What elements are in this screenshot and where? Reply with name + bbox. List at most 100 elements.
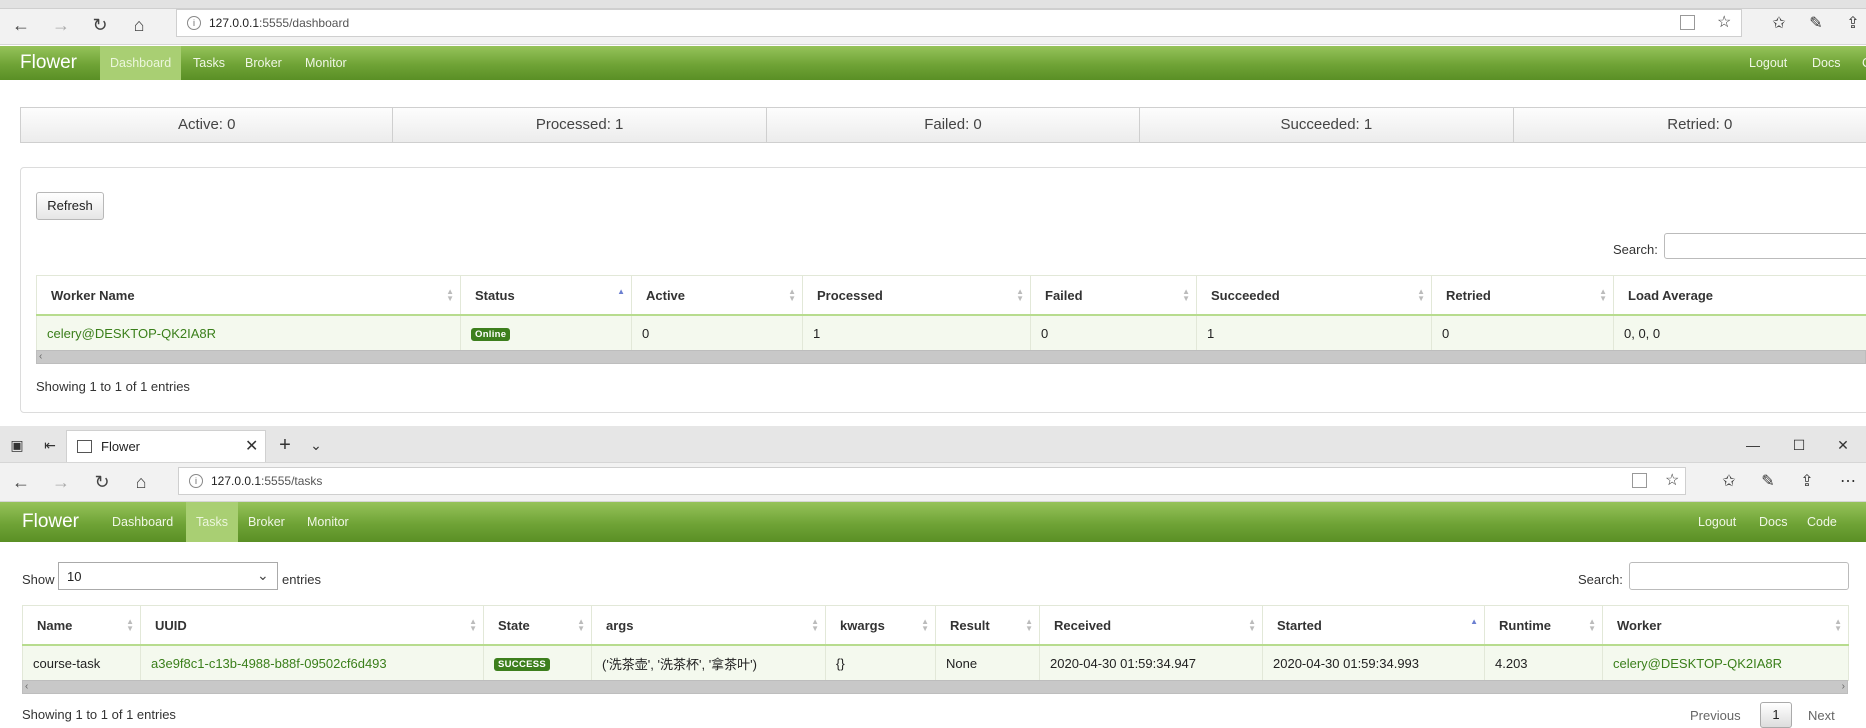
col-processed[interactable]: Processed▲▼ [803,276,1031,316]
refresh-button[interactable]: Refresh [36,192,104,220]
favorite-star-icon[interactable]: ☆ [1665,470,1679,490]
reading-view-icon[interactable] [1680,15,1695,30]
state-cell: SUCCESS [484,645,592,681]
favorite-star-icon[interactable]: ☆ [1717,12,1731,32]
nav-code[interactable]: Code [1797,502,1847,542]
forward-icon[interactable]: → [46,10,76,40]
reading-view-icon[interactable] [1632,473,1647,488]
home-icon[interactable]: ⌂ [124,10,154,40]
tab-aside-icon[interactable]: ⇤ [37,432,63,458]
close-window-icon[interactable]: ✕ [1830,432,1856,458]
stat-active: Active: 0 [20,107,393,143]
runtime-cell: 4.203 [1485,645,1603,681]
col-worker-name[interactable]: Worker Name▲▼ [37,276,461,316]
tab-actions-icon[interactable]: ▣ [4,432,30,458]
more-icon[interactable]: ⋯ [1835,469,1861,495]
col-state[interactable]: State▲▼ [484,606,592,646]
col-started[interactable]: Started▲ [1263,606,1485,646]
back-icon[interactable]: ← [6,10,36,40]
nav-tasks[interactable]: Tasks [186,502,238,542]
pen-icon[interactable]: ✎ [1755,469,1781,495]
nav-docs[interactable]: Docs [1749,502,1797,542]
tab-strip-edge [0,0,1866,9]
reload-icon[interactable]: ↻ [87,467,117,497]
active-cell: 0 [632,315,803,351]
table-header-row: Name▲▼ UUID▲▼ State▲▼ args▲▼ kwargs▲▼ Re… [23,606,1849,646]
nav-dashboard[interactable]: Dashboard [100,46,181,80]
share-icon[interactable]: ⇪ [1794,469,1820,495]
tab-strip-2: ▣ ⇤ Flower ✕ + ⌄ — ☐ ✕ [0,426,1866,463]
scroll-left-icon[interactable]: ‹ [39,351,42,363]
scroll-left-icon[interactable]: ‹ [25,681,28,693]
minimize-icon[interactable]: — [1740,432,1766,458]
status-badge: Online [471,328,510,341]
close-tab-icon[interactable]: ✕ [245,436,258,456]
nav-broker[interactable]: Broker [235,46,292,80]
reload-icon[interactable]: ↻ [85,10,115,40]
nav-logout[interactable]: Logout [1688,502,1746,542]
brand-logo[interactable]: Flower [20,46,77,80]
favorites-icon[interactable]: ✩ [1716,469,1742,495]
col-retried[interactable]: Retried▲▼ [1432,276,1614,316]
nav-monitor[interactable]: Monitor [297,502,359,542]
col-name[interactable]: Name▲▼ [23,606,141,646]
col-result[interactable]: Result▲▼ [936,606,1040,646]
nav-broker[interactable]: Broker [238,502,295,542]
nav-monitor[interactable]: Monitor [295,46,357,80]
horizontal-scrollbar[interactable]: ‹ › [22,680,1848,694]
brand-logo[interactable]: Flower [22,502,79,542]
col-load-average[interactable]: Load Average [1614,276,1866,316]
tab-flower[interactable]: Flower ✕ [66,430,266,462]
site-info-icon[interactable]: i [187,16,201,30]
address-bar[interactable]: i 127.0.0.1:5555/tasks ☆ [178,467,1686,495]
maximize-icon[interactable]: ☐ [1786,432,1812,458]
col-succeeded[interactable]: Succeeded▲▼ [1197,276,1432,316]
col-kwargs[interactable]: kwargs▲▼ [826,606,936,646]
worker-link[interactable]: celery@DESKTOP-QK2IA8R [1603,645,1849,681]
stat-processed: Processed: 1 [392,107,766,143]
search-input[interactable] [1629,562,1849,590]
entries-select[interactable]: 10 ⌄ [58,562,278,590]
pager-previous[interactable]: Previous [1690,708,1741,723]
forward-icon[interactable]: → [46,467,76,497]
col-runtime[interactable]: Runtime▲▼ [1485,606,1603,646]
col-worker[interactable]: Worker▲▼ [1603,606,1849,646]
browser-toolbar-2: ← → ↻ ⌂ i 127.0.0.1:5555/tasks ☆ ✩ ✎ ⇪ ⋯ [0,463,1866,502]
stats-bar: Active: 0 Processed: 1 Failed: 0 Succeed… [20,107,1866,143]
pen-icon[interactable]: ✎ [1803,11,1829,37]
col-status[interactable]: Status▲ [461,276,632,316]
url-text: 127.0.0.1:5555/dashboard [209,16,349,30]
stat-succeeded: Succeeded: 1 [1139,107,1513,143]
col-active[interactable]: Active▲▼ [632,276,803,316]
favorites-icon[interactable]: ✩ [1766,11,1792,37]
pager-page-1[interactable]: 1 [1760,702,1792,728]
search-input[interactable] [1664,233,1866,259]
started-cell: 2020-04-30 01:59:34.993 [1263,645,1485,681]
col-received[interactable]: Received▲▼ [1040,606,1263,646]
col-args[interactable]: args▲▼ [592,606,826,646]
home-icon[interactable]: ⌂ [126,467,156,497]
task-uuid-link[interactable]: a3e9f8c1-c13b-4988-b88f-09502cf6d493 [141,645,484,681]
nav-code[interactable]: C [1852,46,1866,80]
nav-dashboard[interactable]: Dashboard [102,502,183,542]
table-row: course-task a3e9f8c1-c13b-4988-b88f-0950… [23,645,1849,681]
horizontal-scrollbar[interactable]: ‹ [36,350,1866,364]
table-row: celery@DESKTOP-QK2IA8R Online 0 1 0 1 0 … [37,315,1866,351]
search-label: Search: [1578,572,1623,587]
nav-tasks[interactable]: Tasks [183,46,235,80]
col-failed[interactable]: Failed▲▼ [1031,276,1197,316]
pager-next[interactable]: Next [1808,708,1835,723]
address-bar[interactable]: i 127.0.0.1:5555/dashboard ☆ [176,9,1742,37]
new-tab-icon[interactable]: + [272,432,298,458]
page-icon [77,440,92,453]
back-icon[interactable]: ← [6,467,36,497]
nav-docs[interactable]: Docs [1802,46,1850,80]
flower-navbar-1: Flower Dashboard Tasks Broker Monitor Lo… [0,46,1866,80]
col-uuid[interactable]: UUID▲▼ [141,606,484,646]
worker-link[interactable]: celery@DESKTOP-QK2IA8R [37,315,461,351]
scroll-right-icon[interactable]: › [1842,681,1845,693]
tab-list-icon[interactable]: ⌄ [303,432,329,458]
nav-logout[interactable]: Logout [1739,46,1797,80]
share-icon[interactable]: ⇪ [1840,11,1866,37]
site-info-icon[interactable]: i [189,474,203,488]
